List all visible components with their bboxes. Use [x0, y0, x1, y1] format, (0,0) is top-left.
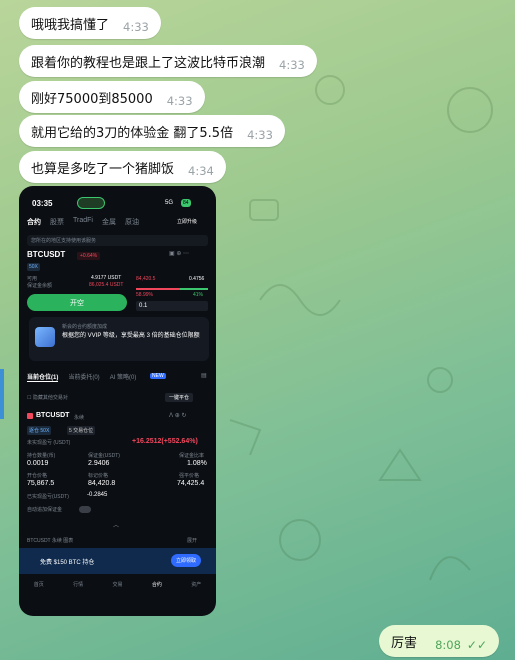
scroll-indicator [0, 369, 4, 419]
orderbook-amount: 0.4756 [189, 276, 205, 282]
leverage-badge[interactable]: 50X [27, 263, 40, 271]
nav-assets[interactable]: 资产 [191, 581, 201, 588]
message-bubble[interactable]: 刚好75000到85000 4:33 [19, 81, 205, 113]
buy-ratio: 41% [193, 292, 204, 298]
col-value: 84,420.8 [88, 480, 116, 487]
position-tag: 5 交易仓位 [67, 426, 96, 435]
tab-ai-strategy[interactable]: AI 策略(0) [110, 372, 137, 382]
chart-expand-button[interactable]: 展开 [187, 537, 197, 544]
region-notice[interactable]: 您所在的地区支持使用该服务 [27, 235, 208, 246]
message-text: 哦哦我搞懂了 [31, 17, 110, 33]
hide-other-pairs-checkbox[interactable]: ☐ 隐藏其他交易对 [27, 394, 68, 401]
position-pair: BTCUSDT [36, 412, 70, 419]
message-bubble[interactable]: 也算是多吃了一个猪脚饭 4:34 [19, 151, 226, 183]
position-actions-icons[interactable]: ᐱ ⊕ ↻ [169, 412, 187, 419]
tab-current-orders[interactable]: 当前委托(0) [68, 372, 99, 382]
message-bubble[interactable]: 就用它给的3刀的体验金 翻了5.5倍 4:33 [19, 115, 285, 147]
network-label: 5G [165, 200, 174, 206]
col-label: 开仓价格 [27, 473, 48, 479]
col-label: 保证金比率 [179, 453, 205, 459]
message-time: 4:33 [123, 20, 149, 34]
nav-contract[interactable]: 合约 [152, 581, 162, 588]
promo-title: 新会的合约额度加成 [62, 324, 108, 330]
new-badge: NEW [150, 373, 166, 379]
col-label: 持仓数量(币) [27, 453, 56, 459]
message-bubble[interactable]: 跟着你的教程也是跟上了这波比特币浪潮 4:33 [19, 45, 317, 77]
message-time: 4:33 [166, 94, 193, 108]
image-attachment[interactable]: 03:35 5G 84 合约 股票 TradFi 金属 原油 立即升级 您所在的… [19, 186, 216, 616]
position-mode-badge[interactable]: 逐仓 50X [27, 426, 52, 435]
col-value: 74,425.4 [177, 480, 205, 487]
col-value: 0.0019 [27, 460, 49, 467]
chart-icons[interactable]: ▣ ⊕ ⋯ [169, 250, 189, 257]
dynamic-island [77, 197, 105, 209]
short-marker-icon [27, 413, 33, 419]
history-icon[interactable]: ▤ [201, 372, 207, 379]
margin-balance-value: 86,025.4 USDT [89, 282, 124, 288]
quantity-select[interactable]: 0.1 [136, 301, 208, 311]
read-checkmarks-icon: ✓✓ [466, 638, 487, 652]
battery-icon: 84 [181, 199, 191, 207]
balance-label: 可用 [27, 276, 38, 282]
pnl-value: +16.2512(+552.64%) [132, 438, 198, 445]
message-time: 4:33 [279, 58, 305, 72]
realized-value: -0.2845 [87, 492, 108, 498]
message-text: 也算是多吃了一个猪脚饭 [31, 161, 175, 177]
message-time: 8:08 [435, 638, 461, 652]
message-text: 跟着你的教程也是跟上了这波比特币浪潮 [31, 55, 266, 71]
position-type: 永续 [74, 415, 85, 421]
quantity-value: 0.1 [139, 303, 148, 309]
col-value: 75,867.5 [27, 480, 55, 487]
message-text: 刚好75000到85000 [31, 91, 153, 107]
tab-stocks[interactable]: 股票 [50, 217, 64, 227]
tab-metals[interactable]: 金属 [102, 217, 116, 227]
message-time: 4:34 [188, 164, 214, 178]
open-short-button[interactable]: 开空 [27, 294, 127, 311]
balance-value: 4.9177 USDT [91, 275, 122, 281]
hide-label: 隐藏其他交易对 [32, 395, 68, 401]
margin-balance-label: 保证金余额 [27, 283, 53, 289]
tab-tradfi[interactable]: TradFi [73, 217, 93, 227]
tab-contract[interactable]: 合约 [27, 217, 41, 227]
auto-margin-label: 自动追加保证金 [27, 507, 63, 513]
nav-home[interactable]: 首页 [34, 581, 44, 588]
upgrade-link[interactable]: 立即升级 [177, 218, 197, 225]
status-time: 03:35 [32, 199, 53, 208]
diamond-icon [35, 327, 55, 347]
message-text: 就用它给的3刀的体验金 翻了5.5倍 [31, 125, 234, 141]
tab-oil[interactable]: 原油 [125, 217, 139, 227]
message-time: 4:33 [247, 128, 273, 142]
promo-text: 根据您的 VVIP 等级，享受最高 3 倍的基础仓位限额 [62, 333, 200, 339]
buy-ratio-bar [180, 288, 208, 290]
chart-bar-label: BTCUSDT 永续 图表 [27, 538, 74, 544]
nav-market[interactable]: 行情 [73, 581, 83, 588]
auto-margin-toggle[interactable] [79, 506, 91, 513]
promo-card[interactable]: 新会的合约额度加成 根据您的 VVIP 等级，享受最高 3 倍的基础仓位限额 [29, 317, 209, 361]
pnl-label: 未实现盈亏 (USDT) [27, 440, 71, 446]
col-value: 1.08% [187, 460, 207, 467]
banner-text: 免费 $150 BTC 持仓 [40, 560, 95, 566]
tab-current-position[interactable]: 当前仓位(1) [27, 372, 59, 382]
sell-ratio: 58.99% [136, 292, 153, 298]
outgoing-message-bubble[interactable]: 厉害 8:08 ✓✓ [379, 625, 499, 657]
realized-label: 已实现盈亏(USDT) [27, 494, 69, 500]
message-text: 厉害 [391, 635, 418, 651]
claim-button[interactable]: 立即领取 [171, 554, 202, 567]
message-bubble[interactable]: 哦哦我搞懂了 4:33 [19, 7, 161, 39]
col-value: 2.9406 [88, 460, 110, 467]
promo-banner[interactable]: 免费 $150 BTC 持仓 立即领取 [19, 548, 216, 574]
collapse-chevron-icon[interactable]: ︿ [113, 520, 119, 529]
col-label: 标记价格 [88, 473, 109, 479]
sell-ratio-bar [136, 288, 180, 290]
orderbook-price: 84,420.5 [136, 276, 156, 282]
nav-trade[interactable]: 交易 [112, 581, 122, 588]
col-label: 强平价格 [179, 473, 200, 479]
col-label: 保证金(USDT) [88, 453, 120, 459]
close-all-button[interactable]: 一键平仓 [165, 393, 194, 402]
pair-name[interactable]: BTCUSDT [27, 250, 65, 259]
price-change: +0.64% [77, 252, 101, 260]
